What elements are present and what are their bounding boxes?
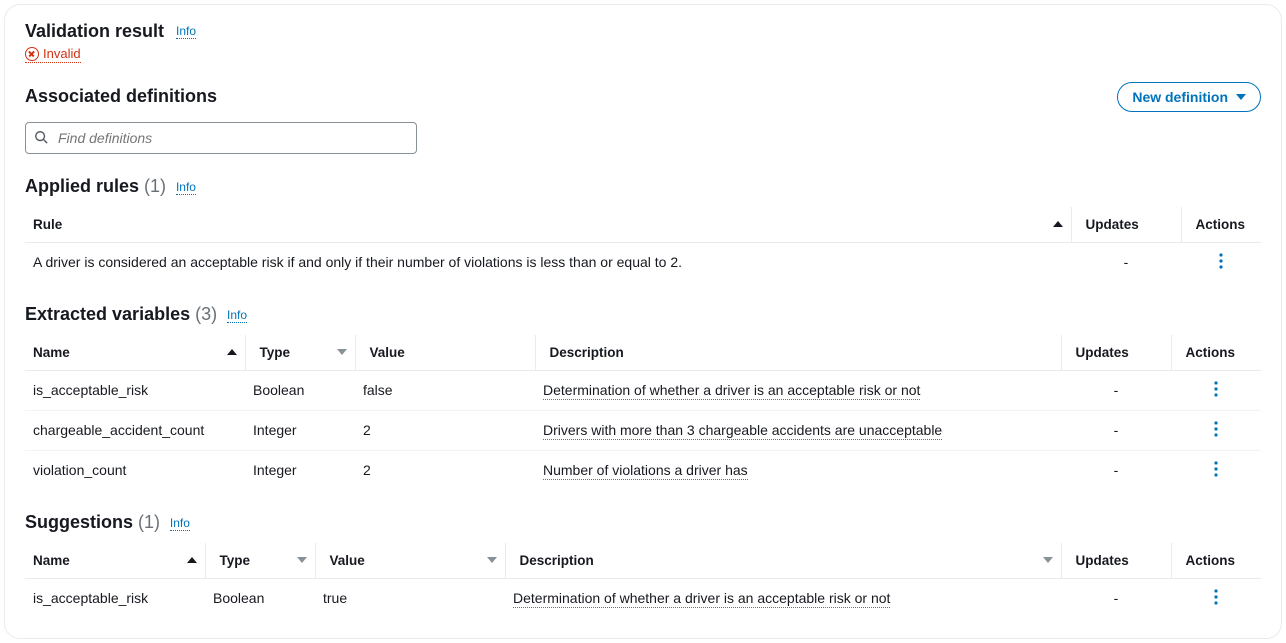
col-actions: Actions <box>1181 207 1261 243</box>
sort-desc-icon <box>487 557 497 563</box>
var-type: Boolean <box>245 370 355 410</box>
info-link[interactable]: Info <box>227 308 247 323</box>
extracted-header: Extracted variables (3) Info <box>25 304 1261 325</box>
table-row: violation_count Integer 2 Number of viol… <box>25 450 1261 490</box>
sort-desc-icon <box>297 557 307 563</box>
row-actions-menu[interactable] <box>1214 461 1218 481</box>
search-icon <box>34 130 48 144</box>
table-row: is_acceptable_risk Boolean false Determi… <box>25 370 1261 410</box>
extracted-title: Extracted variables (3) <box>25 304 217 325</box>
chevron-down-icon <box>1236 94 1246 100</box>
col-type[interactable]: Type <box>245 335 355 371</box>
table-row: is_acceptable_risk Boolean true Determin… <box>25 578 1261 618</box>
validation-panel: Validation result Info Invalid Associate… <box>4 4 1282 639</box>
status-badge: Invalid <box>25 46 81 63</box>
col-name[interactable]: Name <box>25 543 205 579</box>
table-row: A driver is considered an acceptable ris… <box>25 242 1261 282</box>
page-title: Validation result <box>25 21 164 42</box>
extracted-section: Extracted variables (3) Info Name Type <box>25 304 1261 490</box>
var-value: false <box>355 370 535 410</box>
updates-cell: - <box>1061 410 1171 450</box>
rule-text: A driver is considered an acceptable ris… <box>25 242 1071 282</box>
sort-asc-icon <box>187 557 197 563</box>
search-input[interactable] <box>25 122 417 154</box>
var-desc: Determination of whether a driver is an … <box>513 590 890 608</box>
var-value: 2 <box>355 410 535 450</box>
col-value[interactable]: Value <box>355 335 535 371</box>
var-type: Integer <box>245 410 355 450</box>
row-actions-menu[interactable] <box>1219 253 1223 273</box>
row-actions-menu[interactable] <box>1214 589 1218 609</box>
applied-rules-section: Applied rules (1) Info Rule Updates Acti… <box>25 176 1261 282</box>
row-actions-menu[interactable] <box>1214 421 1218 441</box>
col-value[interactable]: Value <box>315 543 505 579</box>
info-link[interactable]: Info <box>170 516 190 531</box>
var-value: 2 <box>355 450 535 490</box>
applied-rules-table: Rule Updates Actions A driver is conside… <box>25 207 1261 282</box>
associated-title: Associated definitions <box>25 86 217 107</box>
col-actions: Actions <box>1171 335 1261 371</box>
updates-cell: - <box>1061 578 1171 618</box>
var-value: true <box>315 578 505 618</box>
new-definition-button[interactable]: New definition <box>1117 82 1261 112</box>
suggestions-section: Suggestions (1) Info Name Type <box>25 512 1261 618</box>
var-desc: Drivers with more than 3 chargeable acci… <box>543 422 942 440</box>
extracted-table: Name Type Value Description Updates Acti… <box>25 335 1261 490</box>
sort-asc-icon <box>227 349 237 355</box>
col-type[interactable]: Type <box>205 543 315 579</box>
suggestions-table: Name Type Value <box>25 543 1261 618</box>
col-rule[interactable]: Rule <box>25 207 1071 243</box>
var-name: violation_count <box>25 450 245 490</box>
col-actions: Actions <box>1171 543 1261 579</box>
col-updates[interactable]: Updates <box>1071 207 1181 243</box>
sort-asc-icon <box>1053 221 1063 227</box>
sort-desc-icon <box>337 349 347 355</box>
validation-header: Validation result Info <box>25 21 1261 42</box>
suggestions-title: Suggestions (1) <box>25 512 160 533</box>
var-name: is_acceptable_risk <box>25 370 245 410</box>
associated-header-row: Associated definitions New definition <box>25 82 1261 112</box>
row-actions-menu[interactable] <box>1214 381 1218 401</box>
col-description[interactable]: Description <box>505 543 1061 579</box>
updates-cell: - <box>1061 370 1171 410</box>
new-definition-label: New definition <box>1132 89 1228 105</box>
col-description[interactable]: Description <box>535 335 1061 371</box>
info-link[interactable]: Info <box>176 180 196 195</box>
suggestions-header: Suggestions (1) Info <box>25 512 1261 533</box>
col-name[interactable]: Name <box>25 335 245 371</box>
table-row: chargeable_accident_count Integer 2 Driv… <box>25 410 1261 450</box>
updates-cell: - <box>1061 450 1171 490</box>
var-name: chargeable_accident_count <box>25 410 245 450</box>
sort-desc-icon <box>1043 557 1053 563</box>
var-desc: Number of violations a driver has <box>543 462 748 480</box>
status-label: Invalid <box>43 46 81 61</box>
var-type: Integer <box>245 450 355 490</box>
var-type: Boolean <box>205 578 315 618</box>
col-updates[interactable]: Updates <box>1061 543 1171 579</box>
var-desc: Determination of whether a driver is an … <box>543 382 920 400</box>
search-wrap <box>25 122 417 154</box>
col-updates[interactable]: Updates <box>1061 335 1171 371</box>
invalid-icon <box>25 47 39 61</box>
var-name: is_acceptable_risk <box>25 578 205 618</box>
info-link[interactable]: Info <box>176 24 196 39</box>
applied-rules-title: Applied rules (1) <box>25 176 166 197</box>
updates-cell: - <box>1071 242 1181 282</box>
applied-rules-header: Applied rules (1) Info <box>25 176 1261 197</box>
